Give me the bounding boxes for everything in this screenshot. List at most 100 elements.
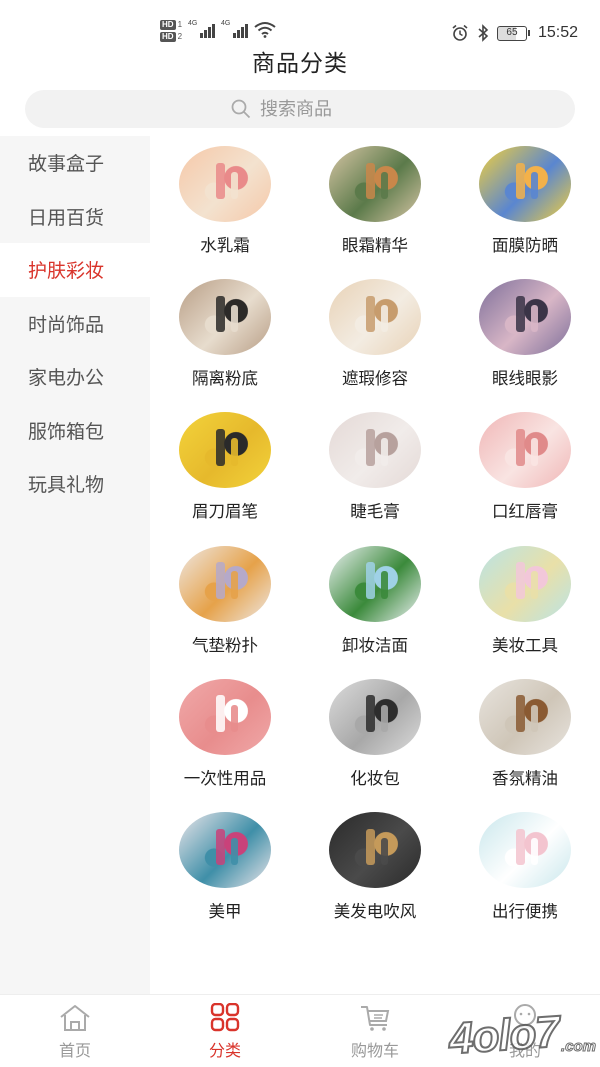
cleanser-pouch-photo[interactable] [329,545,421,622]
subcategory-item[interactable]: 口红唇膏 [450,412,600,545]
sunscreen-tube-photo[interactable] [479,146,571,222]
subcategory-label: 面膜防晒 [492,236,558,255]
eyebrow-pencil-photo[interactable] [179,412,271,489]
skincare-bottles-photo[interactable] [179,146,271,222]
subcategory-label: 一次性用品 [183,768,267,788]
hd1-indicator: HD 1 [160,20,182,30]
subcategory-label: 美甲 [208,901,242,921]
category-grid-icon [210,1003,240,1032]
wifi-icon [254,22,276,38]
serum-dropper-photo[interactable] [329,146,421,222]
subcategory-label: 卸妆洁面 [342,635,408,655]
hd1-number: 1 [177,20,183,29]
home-icon [60,1005,90,1031]
hd2-badge: HD [160,32,176,42]
foundation-compact-photo[interactable] [179,279,271,356]
sidebar-item[interactable]: 玩具礼物 [0,457,150,511]
battery-icon: 65 [496,25,530,41]
subcategory-item[interactable]: 气垫粉扑 [150,545,300,679]
travel-bottles-photo[interactable] [479,811,571,888]
subcategory-label: 美发电吹风 [333,901,417,921]
signal-icon: 4G [188,20,216,38]
subcategory-item[interactable]: 出行便携 [450,811,600,945]
makeup-sponge-photo[interactable] [179,545,271,622]
clock: 15:52 [537,24,578,41]
subcategory-item[interactable]: 眉刀眉笔 [150,412,300,545]
subcategory-label: 眼霜精华 [342,236,408,255]
eyelash-curler-photo[interactable] [479,545,571,622]
subcategory-item[interactable]: 一次性用品 [150,678,300,812]
essential-oil-photo[interactable] [479,678,571,755]
watermark-domain: .com [560,1038,596,1056]
subcategory-item[interactable]: 隔离粉底 [150,279,300,412]
subcategory-item[interactable]: 香氛精油 [450,678,600,812]
cosmetic-bag-photo[interactable] [329,678,421,755]
subcategory-label: 气垫粉扑 [192,635,258,655]
network-type-2: 4G [221,20,231,27]
hair-tools-photo[interactable] [329,811,421,888]
eyeshadow-palette-photo[interactable] [479,279,571,356]
tissue-box-photo[interactable] [179,678,271,755]
cart-icon [361,1006,390,1031]
subcategory-item[interactable]: 卸妆洁面 [300,545,450,679]
sidebar-item[interactable]: 服饰箱包 [0,404,150,458]
subcategory-item[interactable]: 水乳霜 [150,146,300,279]
subcategory-label: 出行便携 [492,901,558,921]
lipstick-photo[interactable] [479,412,571,489]
sidebar-item[interactable]: 故事盒子 [0,136,150,190]
hd-indicators: HD 1 HD 2 [160,20,182,42]
nail-polish-photo[interactable] [179,811,271,888]
subcategory-item[interactable]: 美甲 [150,811,300,945]
subcategory-label: 水乳霜 [200,236,250,255]
category-sidebar: 故事盒子 日用百货 护肤彩妆 时尚饰品 家电办公 服饰箱包 玩具礼物 [0,136,150,994]
subcategory-grid: 水乳霜 眼霜精华 面膜防晒隔离粉底 遮瑕修容 眼线眼影眉刀眉笔 睫毛膏 口红唇膏气垫粉扑 卸妆… [150,146,600,945]
tab-category-label: 分类 [208,1041,241,1060]
watermark-logo: 4olo7 [446,1006,561,1065]
status-bar: HD 1 HD 2 4G 4G 65 15:52 [0,0,600,46]
battery-level: 65 [496,25,527,41]
search-input[interactable] [260,98,370,120]
bluetooth-icon [478,24,489,42]
page-title: 商品分类 [252,51,348,77]
sidebar-item[interactable]: 日用百货 [0,190,150,244]
tab-home[interactable]: 首页 [0,995,150,1067]
subcategory-label: 睫毛膏 [350,502,400,522]
subcategory-item[interactable]: 美妆工具 [450,545,600,679]
tab-category[interactable]: 分类 [150,995,300,1067]
subcategory-item[interactable]: 美发电吹风 [300,811,450,945]
hd2-indicator: HD 2 [160,32,182,42]
subcategory-item[interactable]: 眼霜精华 [300,146,450,279]
hd1-badge: HD [160,20,176,30]
subcategory-label: 眉刀眉笔 [192,502,258,522]
signal-icon-2: 4G [221,20,249,38]
status-left: HD 1 HD 2 4G 4G [160,20,276,42]
subcategory-label: 眼线眼影 [492,369,558,389]
subcategory-label: 口红唇膏 [492,502,558,522]
hd2-number: 2 [177,32,183,41]
concealer-stick-photo[interactable] [329,279,421,356]
tab-cart-label: 购物车 [350,1041,399,1060]
subcategory-item[interactable]: 面膜防晒 [450,146,600,279]
search-icon [231,99,251,119]
site-watermark: 4olo7 .com [446,1006,596,1065]
subcategory-item[interactable]: 遮瑕修容 [300,279,450,412]
sidebar-item[interactable]: 护肤彩妆 [0,243,150,297]
app-screen: HD 1 HD 2 4G 4G 65 15:52 商品分类 搜索商品 故事盒子 … [0,0,600,1067]
subcategory-label: 化妆包 [350,768,400,788]
subcategory-label: 香氛精油 [492,768,558,788]
search-bar[interactable] [25,90,575,128]
tab-home-label: 首页 [58,1041,91,1060]
subcategory-item[interactable]: 睫毛膏 [300,412,450,545]
subcategory-label: 美妆工具 [492,635,558,655]
subcategory-label: 遮瑕修容 [342,369,408,389]
alarm-icon [452,24,468,41]
sidebar-item[interactable]: 时尚饰品 [0,297,150,351]
subcategory-item[interactable]: 化妆包 [300,678,450,812]
status-right: 65 15:52 [451,24,578,42]
subcategory-item[interactable]: 眼线眼影 [450,279,600,412]
tab-cart[interactable]: 购物车 [300,995,450,1067]
sidebar-item[interactable]: 家电办公 [0,350,150,404]
mascara-photo[interactable] [329,412,421,489]
subcategory-label: 隔离粉底 [192,369,258,389]
network-type-1: 4G [188,20,198,27]
